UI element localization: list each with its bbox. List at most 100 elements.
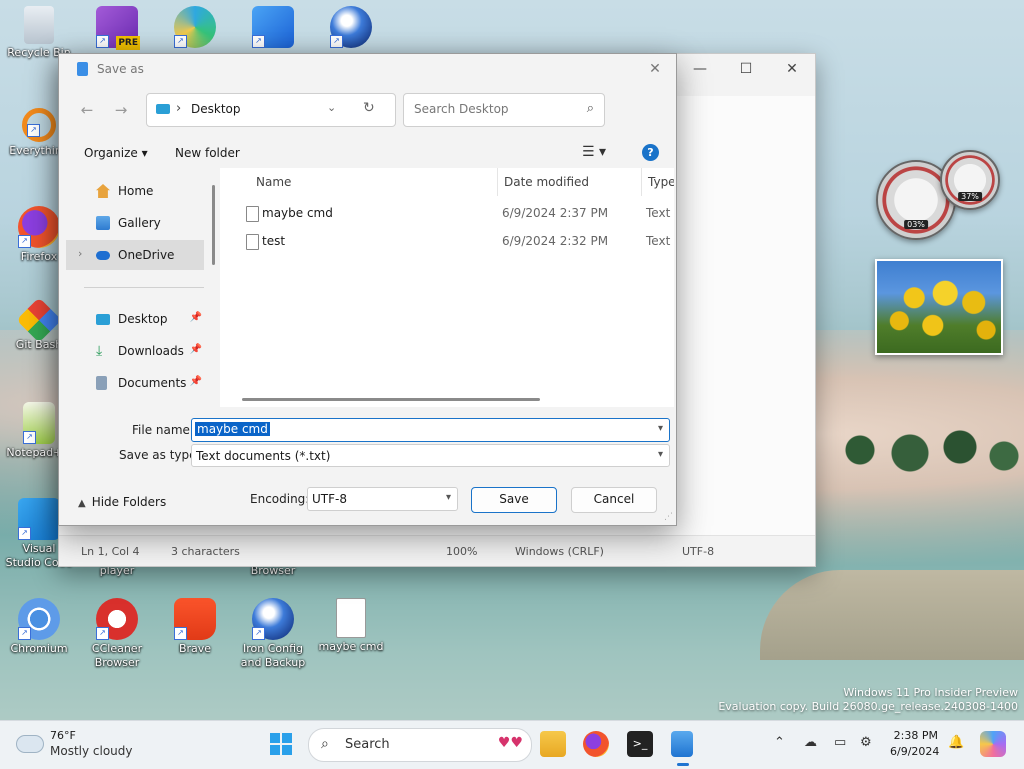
nav-scrollbar[interactable] bbox=[212, 185, 215, 265]
cancel-button[interactable]: Cancel bbox=[571, 487, 657, 513]
globe-icon: ↗ bbox=[330, 6, 372, 48]
watermark-line: Windows 11 Pro Insider Preview bbox=[843, 686, 1018, 699]
pin-icon: 📌 bbox=[189, 312, 202, 323]
view-options-icon[interactable]: ☰ ▾ bbox=[582, 144, 606, 160]
taskbar-search[interactable]: ⌕ Search ♥♥ bbox=[308, 728, 532, 762]
new-folder-button[interactable]: New folder bbox=[175, 146, 240, 160]
resize-grip-icon[interactable]: ⋰ bbox=[664, 512, 673, 522]
column-separator[interactable] bbox=[497, 168, 498, 196]
nav-item-home[interactable]: Home bbox=[66, 176, 204, 206]
desktop-icon-ccleaner-browser[interactable]: ↗ CCleaner Browser bbox=[82, 598, 152, 670]
nav-item-label: Gallery bbox=[118, 216, 161, 230]
edge-icon: ↗ bbox=[174, 6, 216, 48]
status-encoding: UTF-8 bbox=[682, 545, 715, 558]
chevron-down-icon[interactable]: ▾ bbox=[658, 423, 663, 434]
desktop-icon-recycle-bin[interactable]: Recycle Bin bbox=[4, 6, 74, 60]
display-icon[interactable]: ▭ bbox=[834, 735, 846, 750]
text-file-icon bbox=[246, 206, 259, 222]
gallery-icon bbox=[96, 216, 110, 230]
nav-divider bbox=[84, 287, 204, 288]
copilot-icon[interactable] bbox=[980, 731, 1006, 757]
chevron-up-icon: ▲ bbox=[78, 498, 86, 509]
encoding-select[interactable]: UTF-8 ▾ bbox=[307, 487, 458, 511]
maximize-icon[interactable]: ☐ bbox=[723, 54, 769, 84]
search-box[interactable]: ⌕ bbox=[403, 93, 605, 127]
windows-watermark: Windows 11 Pro Insider Preview Evaluatio… bbox=[718, 686, 1018, 714]
file-date: 6/9/2024 2:32 PM bbox=[502, 234, 609, 248]
ram-gauge-gadget[interactable]: 37% bbox=[940, 150, 1000, 210]
bell-icon[interactable]: 🔔 bbox=[948, 735, 964, 750]
recycle-bin-icon bbox=[24, 6, 54, 44]
close-icon[interactable]: ✕ bbox=[769, 54, 815, 84]
save-as-type-select[interactable]: Text documents (*.txt) ▾ bbox=[191, 444, 670, 467]
desktop-icon-word-app[interactable]: ↗ bbox=[238, 6, 308, 50]
column-header-date[interactable]: Date modified bbox=[504, 175, 589, 189]
pin-icon: 📌 bbox=[189, 376, 202, 387]
horizontal-scrollbar[interactable] bbox=[242, 398, 540, 401]
start-button[interactable] bbox=[270, 733, 292, 755]
breadcrumb-location[interactable]: Desktop bbox=[191, 102, 241, 116]
save-button[interactable]: Save bbox=[471, 487, 557, 513]
desktop-icon-edge[interactable]: ↗ bbox=[160, 6, 230, 50]
desktop-icon-chromium[interactable]: ↗ Chromium bbox=[4, 598, 74, 656]
download-arrow-icon: ⤓ bbox=[96, 343, 103, 359]
desktop-icon-visual-studio-preview[interactable]: PRE ↗ bbox=[82, 6, 152, 50]
network-off-icon[interactable]: ☁ bbox=[804, 735, 817, 750]
firefox-icon[interactable] bbox=[583, 731, 609, 757]
file-row[interactable]: maybe cmd 6/9/2024 2:37 PM Text D bbox=[220, 200, 674, 226]
desktop-folder-icon bbox=[156, 104, 170, 114]
nav-item-gallery[interactable]: Gallery bbox=[66, 208, 204, 238]
nav-item-documents[interactable]: Documents 📌 bbox=[66, 368, 204, 398]
wallpaper-trees bbox=[820, 420, 1020, 480]
dialog-title-bar: Save as ✕ bbox=[59, 54, 676, 84]
status-position: Ln 1, Col 4 bbox=[81, 545, 140, 558]
chevron-down-icon[interactable]: ▾ bbox=[446, 492, 451, 503]
nav-item-onedrive[interactable]: › OneDrive bbox=[66, 240, 204, 270]
desktop-icon-label: Brave bbox=[178, 642, 212, 655]
status-zoom: 100% bbox=[446, 545, 478, 558]
desktop-icon-maybe-cmd-file[interactable]: maybe cmd bbox=[316, 598, 386, 654]
ram-percent: 37% bbox=[958, 192, 982, 202]
search-input[interactable] bbox=[412, 101, 576, 117]
documents-icon bbox=[96, 376, 107, 390]
cloud-icon bbox=[96, 251, 110, 260]
hide-folders-button[interactable]: ▲ Hide Folders bbox=[78, 495, 166, 509]
chromium-icon: ↗ bbox=[18, 598, 60, 640]
chevron-down-icon[interactable]: ▾ bbox=[658, 449, 663, 460]
column-header-type[interactable]: Type bbox=[648, 175, 674, 189]
encoding-value: UTF-8 bbox=[312, 492, 347, 506]
vscode-icon: ↗ bbox=[18, 498, 60, 540]
clock-date: 6/9/2024 bbox=[890, 745, 940, 758]
back-arrow-icon[interactable]: ← bbox=[76, 99, 98, 121]
organize-button[interactable]: Organize ▾ bbox=[84, 146, 148, 160]
desktop-icon-globe-app[interactable]: ↗ bbox=[316, 6, 386, 50]
clock[interactable]: 2:38 PM 6/9/2024 bbox=[890, 728, 940, 760]
iron-config-icon: ↗ bbox=[252, 598, 294, 640]
help-icon[interactable]: ? bbox=[642, 144, 659, 161]
photo-gadget-tulips[interactable] bbox=[875, 259, 1003, 355]
pin-icon: 📌 bbox=[189, 344, 202, 355]
file-explorer-icon[interactable] bbox=[540, 731, 566, 757]
desktop-icon-brave[interactable]: ↗ Brave bbox=[160, 598, 230, 656]
refresh-icon[interactable]: ↻ bbox=[363, 100, 375, 116]
minimize-icon[interactable]: — bbox=[677, 54, 723, 84]
file-row[interactable]: test 6/9/2024 2:32 PM Text D bbox=[220, 228, 674, 254]
address-bar[interactable]: › Desktop ⌄ ↻ bbox=[146, 93, 396, 127]
notepad-icon[interactable] bbox=[671, 731, 693, 757]
address-dropdown-icon[interactable]: ⌄ bbox=[327, 101, 336, 114]
forward-arrow-icon[interactable]: → bbox=[110, 99, 132, 121]
close-icon[interactable]: ✕ bbox=[640, 58, 670, 80]
column-separator[interactable] bbox=[641, 168, 642, 196]
desktop-icon-label: maybe cmd bbox=[318, 640, 384, 653]
settings-sync-icon[interactable]: ⚙ bbox=[860, 735, 872, 750]
expand-chevron-icon[interactable]: › bbox=[78, 247, 82, 260]
column-header-name[interactable]: Name bbox=[256, 175, 291, 189]
window-caption-buttons: — ☐ ✕ bbox=[677, 54, 815, 84]
chevron-up-icon[interactable]: ⌃ bbox=[774, 735, 785, 750]
terminal-icon[interactable]: >_ bbox=[627, 731, 653, 757]
taskbar-search-label: Search bbox=[345, 737, 390, 752]
desktop-icon-iron-config[interactable]: ↗ Iron Config and Backup bbox=[238, 598, 308, 670]
file-name-field[interactable]: maybe cmd ▾ bbox=[191, 418, 670, 442]
nav-item-downloads[interactable]: ⤓ Downloads 📌 bbox=[66, 336, 204, 366]
nav-item-desktop[interactable]: Desktop 📌 bbox=[66, 304, 204, 334]
